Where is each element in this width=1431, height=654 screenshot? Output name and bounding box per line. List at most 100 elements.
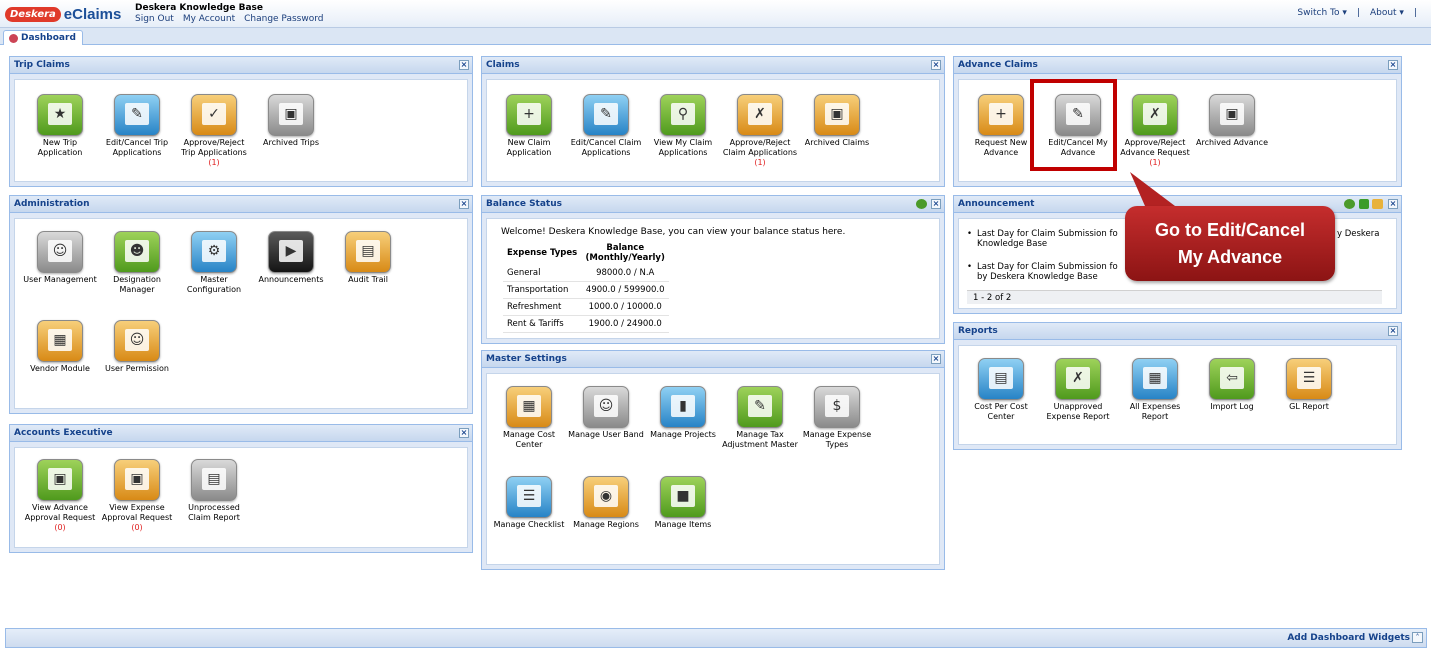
edit-icon[interactable] (1372, 199, 1383, 209)
panel-body: + New Claim Application ✎ Edit/Cancel Cl… (486, 79, 940, 182)
cost-report-icon: ▤ (978, 358, 1024, 400)
refresh-icon[interactable] (1344, 199, 1355, 209)
manage-user-band-tile[interactable]: ☺ Manage User Band (568, 386, 644, 440)
panel-body: ★ New Trip Application ✎ Edit/Cancel Tri… (14, 79, 468, 182)
approve-reject-claim-tile[interactable]: ✗ Approve/Reject Claim Applications (1) (722, 94, 798, 168)
view-expense-approval-tile[interactable]: ▣ View Expense Approval Request (0) (99, 459, 175, 533)
manage-expense-types-tile[interactable]: $ Manage Expense Types (799, 386, 875, 450)
gl-report-tile[interactable]: ☰ GL Report (1271, 358, 1347, 412)
user-permission-tile[interactable]: ☺ User Permission (99, 320, 175, 374)
cost-per-cost-center-tile[interactable]: ▤ Cost Per Cost Center (963, 358, 1039, 422)
table-header: Expense Types Balance (Monthly/Yearly) (503, 241, 669, 265)
advance-claims-panel: Advance Claims × + Request New Advance ✎… (953, 56, 1402, 187)
highlight-box (1030, 79, 1117, 171)
tab-bar: Dashboard (0, 28, 1431, 45)
product-name: eClaims (63, 5, 122, 23)
pending-count: (0) (131, 523, 143, 532)
tile-label: Approve/Reject Claim Applications (722, 138, 798, 157)
user-band-icon: ☺ (583, 386, 629, 428)
pending-count: (1) (754, 158, 766, 167)
menu-divider: | (1356, 8, 1360, 18)
edit-cancel-trip-tile[interactable]: ✎ Edit/Cancel Trip Applications (99, 94, 175, 158)
col-expense-types: Expense Types (507, 248, 578, 258)
close-icon[interactable]: × (459, 428, 469, 438)
manage-projects-tile[interactable]: ▮ Manage Projects (645, 386, 721, 440)
chevron-up-icon[interactable]: ˄ (1412, 632, 1423, 643)
audit-trail-tile[interactable]: ▤ Audit Trail (330, 231, 406, 285)
checklist-icon: ☰ (506, 476, 552, 518)
user-management-tile[interactable]: ☺ User Management (22, 231, 98, 285)
config-icon: ⚙ (191, 231, 237, 273)
close-icon[interactable]: × (931, 354, 941, 364)
add-dashboard-widgets-link[interactable]: Add Dashboard Widgets (1287, 633, 1410, 643)
add-icon[interactable] (1359, 199, 1369, 209)
import-icon: ⇦ (1209, 358, 1255, 400)
archived-trips-tile[interactable]: ▣ Archived Trips (253, 94, 329, 148)
approve-reject-trip-tile[interactable]: ✓ Approve/Reject Trip Applications (1) (176, 94, 252, 168)
sign-out-link[interactable]: Sign Out (135, 14, 174, 24)
master-configuration-tile[interactable]: ⚙ Master Configuration (176, 231, 252, 295)
panel-header: Master Settings × (482, 351, 944, 368)
approve-reject-advance-tile[interactable]: ✗ Approve/Reject Advance Request (1) (1117, 94, 1193, 168)
panel-body: ▣ View Advance Approval Request (0) ▣ Vi… (14, 447, 468, 548)
tile-label: Vendor Module (30, 364, 90, 373)
manage-tax-adjustment-tile[interactable]: ✎ Manage Tax Adjustment Master (722, 386, 798, 450)
request-new-advance-tile[interactable]: + Request New Advance (963, 94, 1039, 158)
close-icon[interactable]: × (1388, 60, 1398, 70)
new-trip-application-tile[interactable]: ★ New Trip Application (22, 94, 98, 158)
close-icon[interactable]: × (1388, 199, 1398, 209)
about-menu[interactable]: About ▾ (1370, 8, 1404, 18)
vendor-module-tile[interactable]: ▦ Vendor Module (22, 320, 98, 374)
tile-label: Approve/Reject Trip Applications (181, 138, 247, 157)
manage-checklist-tile[interactable]: ☰ Manage Checklist (491, 476, 567, 530)
balance-welcome: Welcome! Deskera Knowledge Base, you can… (501, 227, 846, 237)
dashboard-icon (9, 33, 18, 43)
unapproved-expense-report-tile[interactable]: ✗ Unapproved Expense Report (1040, 358, 1116, 422)
tile-label: Edit/Cancel Claim Applications (570, 138, 642, 157)
tab-dashboard[interactable]: Dashboard (3, 30, 83, 45)
manage-items-tile[interactable]: ■ Manage Items (645, 476, 721, 530)
close-icon[interactable]: × (459, 60, 469, 70)
panel-title: Accounts Executive (14, 428, 113, 438)
items-icon: ■ (660, 476, 706, 518)
tile-label: Manage Projects (650, 430, 716, 439)
close-icon[interactable]: × (459, 199, 469, 209)
archived-claims-tile[interactable]: ▣ Archived Claims (799, 94, 875, 148)
edit-cancel-claim-tile[interactable]: ✎ Edit/Cancel Claim Applications (568, 94, 644, 158)
tile-label: Unapproved Expense Report (1046, 402, 1110, 421)
all-expenses-report-tile[interactable]: ▦ All Expenses Report (1117, 358, 1193, 422)
new-claim-application-tile[interactable]: + New Claim Application (491, 94, 567, 158)
manage-regions-tile[interactable]: ◉ Manage Regions (568, 476, 644, 530)
change-password-link[interactable]: Change Password (244, 14, 323, 24)
view-claim-icon: ⚲ (660, 94, 706, 136)
store-icon: ▦ (37, 320, 83, 362)
designation-manager-tile[interactable]: ☻ Designation Manager (99, 231, 175, 295)
balance-table: Expense Types Balance (Monthly/Yearly) G… (503, 241, 670, 333)
refresh-icon[interactable] (916, 199, 927, 209)
import-log-tile[interactable]: ⇦ Import Log (1194, 358, 1270, 412)
archived-advance-tile[interactable]: ▣ Archived Advance (1194, 94, 1270, 148)
close-icon[interactable]: × (931, 60, 941, 70)
panel-body: Welcome! Deskera Knowledge Base, you can… (486, 218, 940, 339)
expense-types-icon: $ (814, 386, 860, 428)
announcement-text: Last Day for Claim Submission fo (977, 262, 1118, 272)
close-icon[interactable]: × (1388, 326, 1398, 336)
gl-report-icon: ☰ (1286, 358, 1332, 400)
view-my-claim-tile[interactable]: ⚲ View My Claim Applications (645, 94, 721, 158)
manage-cost-center-tile[interactable]: ▦ Manage Cost Center (491, 386, 567, 450)
all-expenses-icon: ▦ (1132, 358, 1178, 400)
row-type: Transportation (503, 281, 582, 299)
tile-label: All Expenses Report (1129, 402, 1181, 421)
switch-to-menu[interactable]: Switch To ▾ (1297, 8, 1346, 18)
announcements-tile[interactable]: ▶ Announcements (253, 231, 329, 285)
tile-label: Import Log (1210, 402, 1254, 411)
view-advance-approval-tile[interactable]: ▣ View Advance Approval Request (0) (22, 459, 98, 533)
tile-label: Manage Tax Adjustment Master (722, 430, 798, 449)
trip-claims-panel: Trip Claims × ★ New Trip Application ✎ E… (9, 56, 473, 187)
close-icon[interactable]: × (931, 199, 941, 209)
my-account-link[interactable]: My Account (183, 14, 235, 24)
panel-body: ▤ Cost Per Cost Center ✗ Unapproved Expe… (958, 345, 1397, 445)
edit-claim-icon: ✎ (583, 94, 629, 136)
row-value: 98000.0 / N.A (581, 265, 670, 282)
unprocessed-claim-report-tile[interactable]: ▤ Unprocessed Claim Report (176, 459, 252, 523)
